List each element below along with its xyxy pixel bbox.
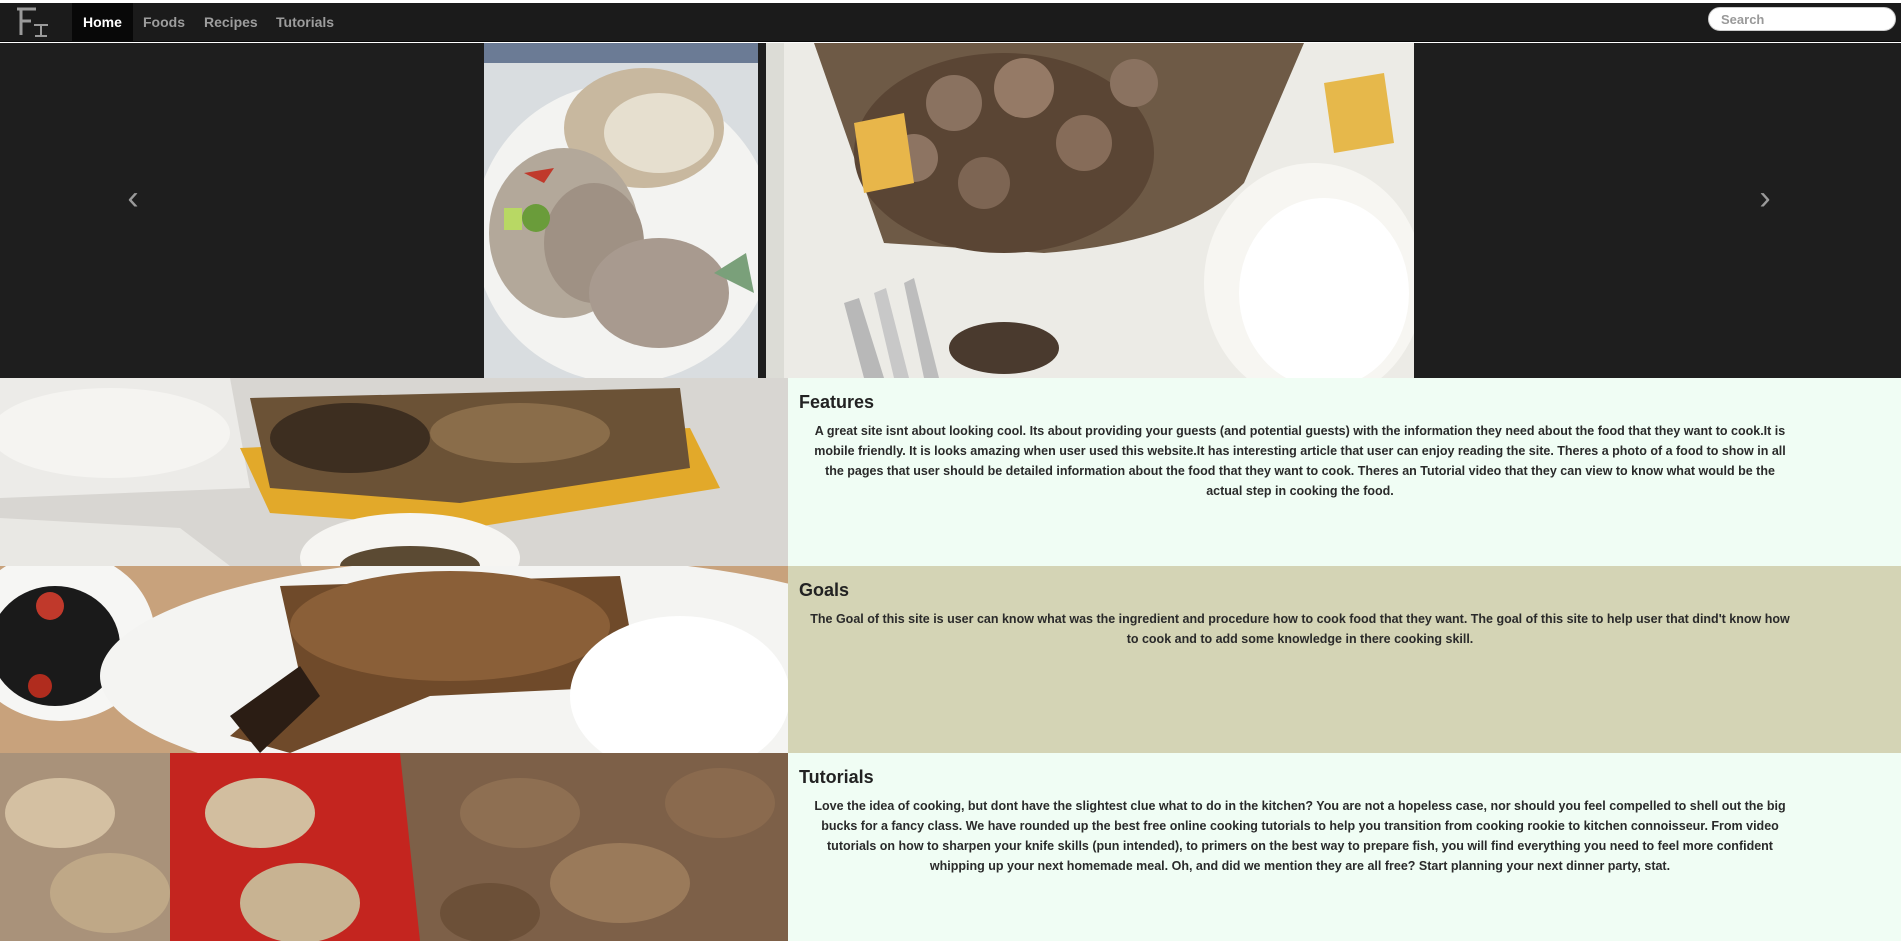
nav-foods[interactable]: Foods [132, 3, 196, 42]
tutorials-content: Tutorials Love the idea of cooking, but … [799, 767, 1799, 876]
goals-food-image [0, 566, 788, 753]
goals-content: Goals The Goal of this site is user can … [799, 580, 1799, 649]
tutorials-food-image [0, 753, 788, 941]
chevron-right-icon[interactable]: › [1745, 178, 1785, 218]
carousel-slide-image [484, 43, 1414, 378]
site-logo-icon[interactable] [14, 5, 52, 39]
features-section: Features A great site isnt about looking… [0, 378, 1901, 566]
features-text: A great site isnt about looking cool. It… [814, 424, 1786, 498]
goals-section: Goals The Goal of this site is user can … [0, 566, 1901, 753]
tutorials-heading: Tutorials [799, 767, 874, 787]
nav-tutorials[interactable]: Tutorials [265, 3, 345, 42]
features-heading: Features [799, 392, 875, 412]
search-input[interactable] [1708, 7, 1896, 31]
nav-home[interactable]: Home [72, 3, 133, 42]
top-navbar: Home Foods Recipes Tutorials [0, 3, 1901, 42]
goals-heading: Goals [799, 580, 850, 600]
tutorials-text: Love the idea of cooking, but dont have … [814, 799, 1786, 873]
features-content: Features A great site isnt about looking… [799, 392, 1799, 501]
features-food-image [0, 378, 788, 566]
chevron-left-icon[interactable]: ‹ [113, 178, 153, 218]
image-carousel: ‹ › [0, 43, 1901, 389]
tutorials-section: Tutorials Love the idea of cooking, but … [0, 753, 1901, 941]
nav-recipes[interactable]: Recipes [193, 3, 269, 42]
goals-text: The Goal of this site is user can know w… [810, 612, 1790, 646]
